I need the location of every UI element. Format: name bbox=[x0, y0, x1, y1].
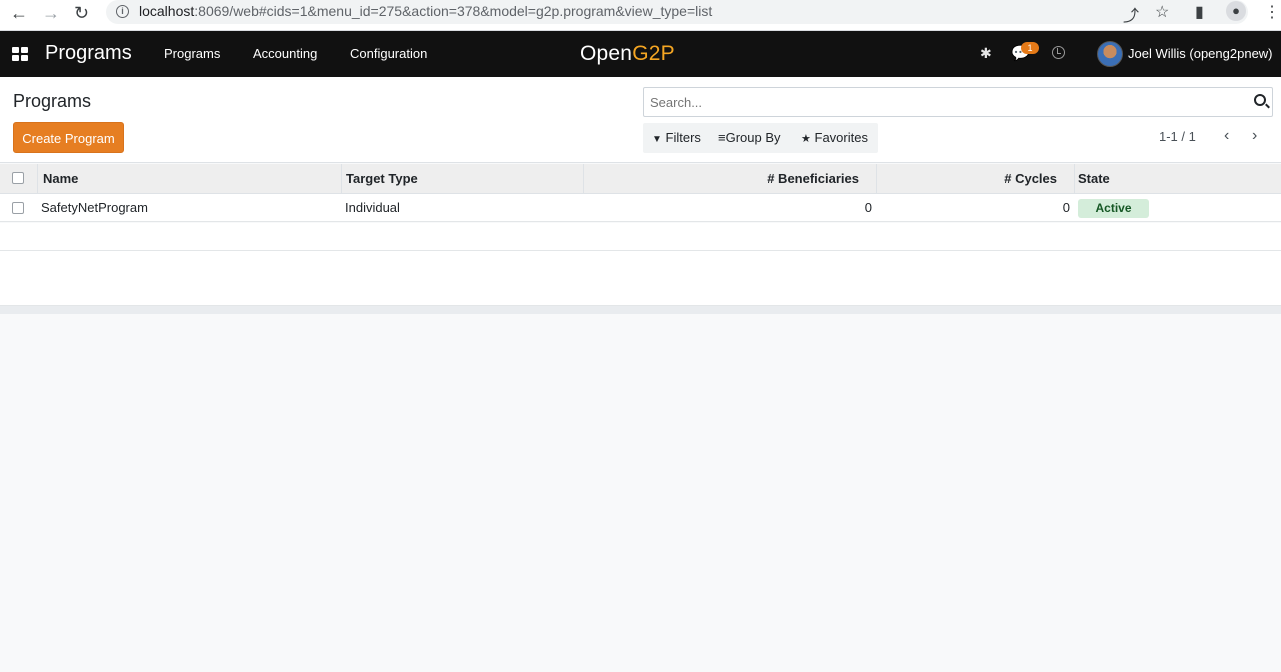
star-icon: ★ bbox=[801, 133, 811, 145]
column-target-type[interactable]: Target Type bbox=[342, 164, 584, 194]
app-title[interactable]: Programs bbox=[45, 42, 132, 65]
logo-g2p-text: G2P bbox=[632, 42, 675, 65]
select-all-checkbox[interactable] bbox=[12, 172, 24, 184]
browser-toolbar: ← → ↻ i localhost:8069/web#cids=1&menu_i… bbox=[0, 0, 1281, 31]
cell-beneficiaries: 0 bbox=[864, 200, 872, 215]
profile-icon[interactable]: ● bbox=[1226, 1, 1246, 21]
bug-icon[interactable]: ✱ bbox=[980, 45, 992, 62]
list-icon: ≡ bbox=[718, 130, 726, 145]
control-panel: Programs Create Program ▼ Filters ≡Group… bbox=[0, 77, 1281, 163]
forward-arrow-icon[interactable]: → bbox=[42, 3, 60, 24]
filter-icon: ▼ bbox=[652, 134, 662, 145]
site-info-icon[interactable]: i bbox=[116, 5, 129, 18]
column-state[interactable]: State bbox=[1075, 164, 1281, 194]
empty-row bbox=[0, 278, 1281, 306]
sidepanel-icon[interactable]: ▮ bbox=[1195, 2, 1204, 22]
chat-count-badge: 1 bbox=[1021, 42, 1039, 54]
pager-next-icon[interactable]: › bbox=[1252, 127, 1257, 145]
apps-menu-icon[interactable] bbox=[12, 47, 28, 61]
back-arrow-icon[interactable]: ← bbox=[10, 3, 28, 24]
activity-clock-icon[interactable] bbox=[1052, 46, 1065, 59]
search-input[interactable] bbox=[650, 95, 1230, 110]
create-program-button[interactable]: Create Program bbox=[13, 122, 124, 153]
cell-cycles: 0 bbox=[1062, 200, 1070, 215]
pager-previous-icon[interactable]: ‹ bbox=[1224, 127, 1229, 145]
menu-programs[interactable]: Programs bbox=[164, 46, 220, 61]
pager-value[interactable]: 1-1 / 1 bbox=[1159, 129, 1196, 144]
group-by-button[interactable]: ≡Group By bbox=[718, 130, 781, 145]
cell-target-type: Individual bbox=[345, 200, 400, 215]
group-by-label: Group By bbox=[725, 130, 781, 145]
search-icon[interactable] bbox=[1254, 94, 1266, 106]
url-path: :8069/web#cids=1&menu_id=275&action=378&… bbox=[194, 3, 713, 19]
reload-icon[interactable]: ↻ bbox=[74, 3, 89, 24]
avatar[interactable] bbox=[1097, 41, 1123, 67]
favorites-label: Favorites bbox=[814, 130, 868, 145]
row-checkbox[interactable] bbox=[12, 202, 24, 214]
share-icon[interactable]: ⤴ bbox=[1123, 2, 1139, 26]
star-icon[interactable]: ☆ bbox=[1155, 2, 1169, 22]
url-text[interactable]: localhost:8069/web#cids=1&menu_id=275&ac… bbox=[139, 3, 712, 19]
top-navbar: Programs Programs Accounting Configurati… bbox=[0, 31, 1281, 77]
filters-label: Filters bbox=[665, 130, 701, 145]
search-options-bar: ▼ Filters ≡Group By ★ Favorites bbox=[643, 123, 878, 153]
column-name[interactable]: Name bbox=[37, 164, 342, 194]
menu-configuration[interactable]: Configuration bbox=[350, 46, 427, 61]
cell-name[interactable]: SafetyNetProgram bbox=[41, 194, 148, 222]
list-footer-divider bbox=[0, 306, 1281, 314]
url-host: localhost bbox=[139, 3, 195, 19]
menu-accounting[interactable]: Accounting bbox=[253, 46, 317, 61]
table-header: Name Target Type # Beneficiaries # Cycle… bbox=[0, 164, 1281, 194]
more-menu-icon[interactable]: ⋮ bbox=[1264, 2, 1280, 22]
filters-button[interactable]: ▼ Filters bbox=[652, 130, 701, 145]
openg2p-logo: OpenG2P bbox=[580, 42, 675, 66]
table-row[interactable]: SafetyNetProgram Individual 0 0 Active bbox=[0, 194, 1281, 222]
breadcrumb: Programs bbox=[13, 91, 92, 111]
search-box bbox=[643, 87, 1273, 117]
empty-row bbox=[0, 251, 1281, 279]
column-beneficiaries[interactable]: # Beneficiaries bbox=[584, 164, 877, 194]
column-cycles[interactable]: # Cycles bbox=[877, 164, 1075, 194]
empty-row bbox=[0, 223, 1281, 251]
user-menu[interactable]: Joel Willis (openg2pnew) bbox=[1128, 46, 1273, 61]
status-badge: Active bbox=[1078, 199, 1149, 218]
logo-open-text: Open bbox=[580, 42, 633, 65]
favorites-button[interactable]: ★ Favorites bbox=[801, 130, 868, 145]
